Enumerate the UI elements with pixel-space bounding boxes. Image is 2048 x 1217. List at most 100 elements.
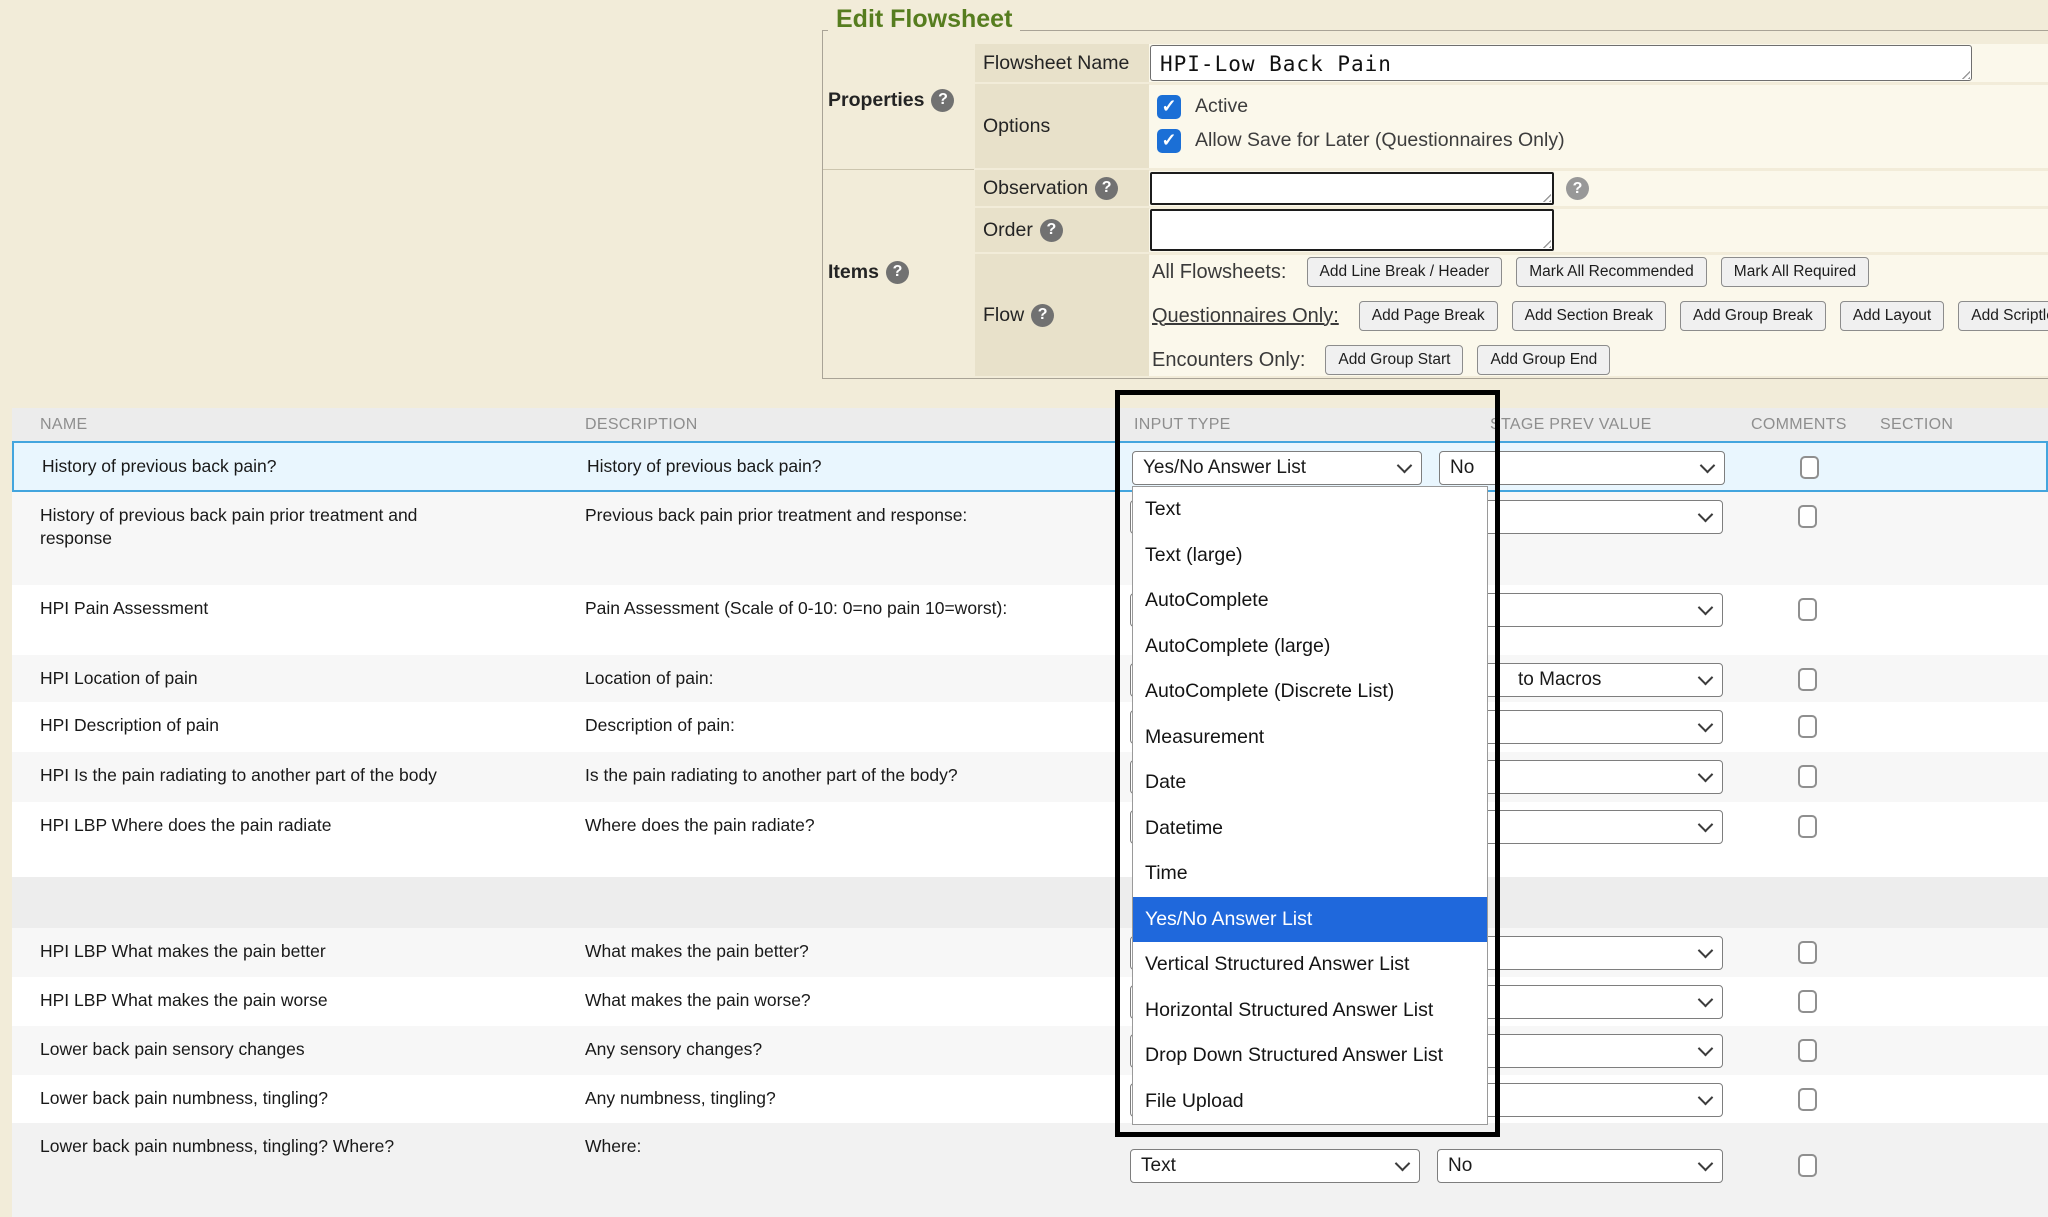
description-cell: Where does the pain radiate? <box>585 814 1075 837</box>
table-row[interactable]: HPI Location of painLocation of pain:to … <box>12 655 2048 702</box>
column-header-name: NAME <box>40 408 87 441</box>
help-icon[interactable]: ? <box>931 89 954 112</box>
add-group-start-button[interactable]: Add Group Start <box>1325 345 1463 375</box>
name-cell: HPI LBP What makes the pain better <box>40 940 490 963</box>
name-cell: History of previous back pain prior trea… <box>40 504 490 550</box>
help-icon[interactable]: ? <box>1040 219 1063 242</box>
dropdown-option-text-large-[interactable]: Text (large) <box>1133 533 1487 579</box>
resize-grip-icon[interactable] <box>1539 190 1551 202</box>
table-row-empty <box>12 877 2048 928</box>
allow-save-for-later-checkbox[interactable]: ✓ <box>1157 129 1181 153</box>
column-header-comments: COMMENTS <box>1751 408 1847 441</box>
table-row[interactable]: HPI LBP What makes the pain better What m… <box>12 928 2048 977</box>
comments-checkbox[interactable] <box>1798 765 1817 788</box>
items-label-text: Items <box>828 261 879 284</box>
dropdown-option-autocomplete[interactable]: AutoComplete <box>1133 578 1487 624</box>
chevron-down-icon <box>1700 458 1716 474</box>
dropdown-option-drop-down-structured-answer-list[interactable]: Drop Down Structured Answer List <box>1133 1033 1487 1079</box>
dropdown-option-autocomplete-large-[interactable]: AutoComplete (large) <box>1133 624 1487 670</box>
help-glyph: ? <box>938 91 948 109</box>
comments-checkbox[interactable] <box>1800 456 1819 479</box>
table-row[interactable]: HPI LBP Where does the pain radiateWhere… <box>12 802 2048 877</box>
comments-checkbox[interactable] <box>1798 941 1817 964</box>
help-icon[interactable]: ? <box>1566 177 1589 200</box>
input-type-select[interactable]: Yes/No Answer List <box>1132 451 1422 485</box>
flow-group-label: Encounters Only: <box>1152 349 1305 372</box>
description-cell: Any sensory changes? <box>585 1038 1075 1061</box>
dropdown-option-vertical-structured-answer-list[interactable]: Vertical Structured Answer List <box>1133 942 1487 988</box>
add-scriptlet-button[interactable]: Add Scriptlet <box>1958 301 2048 331</box>
dropdown-option-time[interactable]: Time <box>1133 851 1487 897</box>
table-row[interactable]: HPI Pain AssessmentPain Assessment (Scal… <box>12 585 2048 655</box>
flowsheet-name-label: Flowsheet Name <box>983 52 1129 75</box>
add-page-break-button[interactable]: Add Page Break <box>1359 301 1498 331</box>
observation-label-cell: Observation ? <box>975 170 1149 206</box>
dropdown-option-date[interactable]: Date <box>1133 760 1487 806</box>
comments-checkbox[interactable] <box>1798 990 1817 1013</box>
active-checkbox[interactable]: ✓ <box>1157 95 1181 119</box>
chevron-down-icon <box>1698 767 1714 783</box>
options-label: Options <box>983 115 1050 138</box>
table-row[interactable]: Lower back pain numbness, tingling? Wher… <box>12 1123 2048 1217</box>
comments-checkbox[interactable] <box>1798 598 1817 621</box>
help-icon[interactable]: ? <box>886 261 909 284</box>
chevron-down-icon <box>1698 817 1714 833</box>
table-row[interactable]: HPI Description of painDescription of pa… <box>12 702 2048 752</box>
add-section-break-button[interactable]: Add Section Break <box>1512 301 1666 331</box>
add-layout-button[interactable]: Add Layout <box>1840 301 1944 331</box>
flow-group-label: Questionnaires Only: <box>1152 305 1339 328</box>
table-row[interactable]: Lower back pain sensory changesAny senso… <box>12 1026 2048 1075</box>
dropdown-option-yes-no-answer-list[interactable]: Yes/No Answer List <box>1133 897 1487 943</box>
observation-input[interactable] <box>1150 172 1554 205</box>
table-row[interactable]: History of previous back pain?History of… <box>12 441 2048 492</box>
resize-grip-icon[interactable] <box>1958 67 1970 79</box>
help-icon[interactable]: ? <box>1095 177 1118 200</box>
order-label-cell: Order ? <box>975 208 1149 252</box>
stage-prev-value-select[interactable]: No <box>1437 1149 1723 1183</box>
comments-checkbox[interactable] <box>1798 815 1817 838</box>
table-row[interactable]: Lower back pain numbness, tingling?Any n… <box>12 1075 2048 1123</box>
stage-prev-value-select-value: No <box>1448 1155 1472 1176</box>
column-header-stage-prev-value: STAGE PREV VALUE <box>1490 408 1652 441</box>
chevron-down-icon <box>1397 458 1413 474</box>
dropdown-option-measurement[interactable]: Measurement <box>1133 715 1487 761</box>
add-line-break-header-button[interactable]: Add Line Break / Header <box>1307 257 1503 287</box>
dropdown-option-datetime[interactable]: Datetime <box>1133 806 1487 852</box>
comments-checkbox[interactable] <box>1798 715 1817 738</box>
dropdown-option-horizontal-structured-answer-list[interactable]: Horizontal Structured Answer List <box>1133 988 1487 1034</box>
form-row-separator <box>1149 252 2048 255</box>
order-label: Order <box>983 219 1033 242</box>
comments-checkbox[interactable] <box>1798 1154 1817 1177</box>
checkmark-icon: ✓ <box>1161 130 1176 151</box>
items-section-label: Items ? <box>828 258 974 286</box>
resize-grip-icon[interactable] <box>1539 236 1551 248</box>
options-label-cell: Options <box>975 84 1149 168</box>
add-group-end-button[interactable]: Add Group End <box>1477 345 1610 375</box>
comments-checkbox[interactable] <box>1798 668 1817 691</box>
flow-group-2: Encounters Only: Add Group Start Add Group… <box>1152 344 1610 376</box>
properties-items-divider <box>823 169 974 170</box>
dropdown-option-autocomplete-discrete-list-[interactable]: AutoComplete (Discrete List) <box>1133 669 1487 715</box>
add-group-break-button[interactable]: Add Group Break <box>1680 301 1826 331</box>
chevron-down-icon <box>1698 600 1714 616</box>
flowsheet-name-input[interactable]: HPI-Low Back Pain <box>1150 45 1972 81</box>
chevron-down-icon <box>1698 670 1714 686</box>
input-type-select-value: Text <box>1141 1155 1176 1176</box>
comments-checkbox[interactable] <box>1798 1088 1817 1111</box>
mark-all-recommended-button[interactable]: Mark All Recommended <box>1516 257 1707 287</box>
comments-checkbox[interactable] <box>1798 505 1817 528</box>
description-cell: Previous back pain prior treatment and r… <box>585 504 1075 527</box>
dropdown-option-text[interactable]: Text <box>1133 487 1487 533</box>
table-row[interactable]: HPI LBP What makes the pain worseWhat ma… <box>12 977 2048 1026</box>
input-type-select[interactable]: Text <box>1130 1149 1420 1183</box>
table-row[interactable]: HPI Is the pain radiating to another par… <box>12 752 2048 802</box>
comments-checkbox[interactable] <box>1798 1039 1817 1062</box>
stage-prev-value-select[interactable]: No <box>1439 451 1725 485</box>
order-input[interactable] <box>1150 209 1554 251</box>
dropdown-option-file-upload[interactable]: File Upload <box>1133 1079 1487 1125</box>
table-row[interactable]: History of previous back pain prior trea… <box>12 492 2048 585</box>
description-cell: What makes the pain better? <box>585 940 1075 963</box>
help-icon[interactable]: ? <box>1031 304 1054 327</box>
observation-label: Observation <box>983 177 1088 200</box>
mark-all-required-button[interactable]: Mark All Required <box>1721 257 1869 287</box>
